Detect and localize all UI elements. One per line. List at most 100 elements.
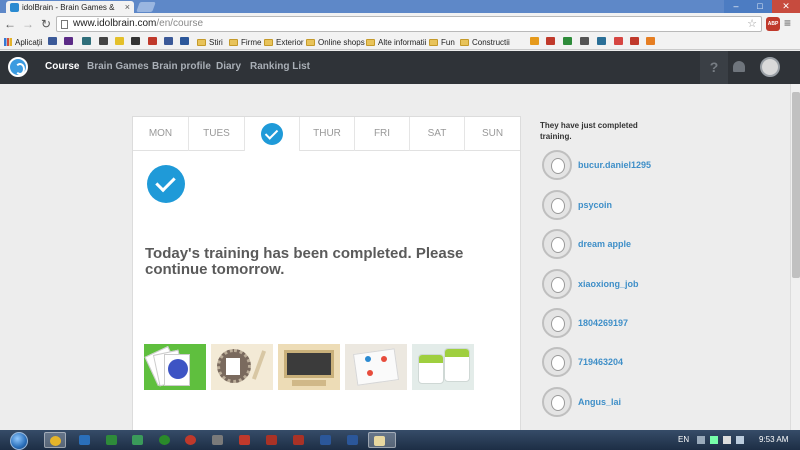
tray-volume-icon[interactable] [736,436,744,444]
taskbar-app-button[interactable] [368,432,396,448]
window-minimize-button[interactable]: – [724,0,748,13]
taskbar-app-button[interactable] [154,432,176,448]
taskbar-app-button[interactable] [127,432,149,448]
bookmark-site-icon[interactable] [563,37,572,45]
user-name-link[interactable]: psycoin [578,200,612,210]
day-thur: THUR [300,117,355,151]
bookmark-folder-alte-informatii[interactable]: Alte informatii [366,37,426,48]
bookmark-site-icon[interactable] [630,37,639,45]
bookmark-site-icon[interactable] [530,37,539,45]
window-maximize-button[interactable]: □ [748,0,772,13]
taskbar-app-button[interactable] [74,432,96,448]
tray-network-icon[interactable] [710,436,718,444]
page-info-icon[interactable] [61,20,68,29]
bookmark-site-icon[interactable] [115,37,124,45]
user-name-link[interactable]: 719463204 [578,357,623,367]
idolbrain-logo-icon[interactable] [8,57,28,77]
bookmark-site-icon[interactable] [580,37,589,45]
tab-title: idolBrain - Brain Games & [22,3,115,12]
bookmark-folder-constructii[interactable]: Constructii [460,37,510,48]
taskbar-app-button[interactable] [342,432,364,448]
excel-taskbar-button[interactable] [101,432,123,448]
bookmark-site-icon[interactable] [646,37,655,45]
user-avatar[interactable] [542,308,572,338]
list-item[interactable]: xiaoxiong_job [541,269,781,301]
user-avatar[interactable] [542,347,572,377]
page-scrollbar[interactable] [790,84,800,430]
chrome-taskbar-button[interactable] [44,432,66,448]
blackboard-game-icon[interactable] [278,344,340,390]
yahoo-icon[interactable] [64,37,73,45]
window-close-button[interactable]: ✕ [772,0,800,13]
user-avatar[interactable] [542,150,572,180]
list-item[interactable]: Angus_lai [541,387,781,419]
notification-bell-icon[interactable] [728,51,752,84]
bookmark-site-icon[interactable] [99,37,108,45]
user-avatar[interactable] [542,229,572,259]
taskbar-app-button[interactable] [234,432,256,448]
card-game-icon[interactable] [144,344,206,390]
writing-seal-game-icon[interactable] [211,344,273,390]
language-indicator[interactable]: EN [678,435,689,444]
facebook-icon[interactable] [164,37,173,45]
user-avatar[interactable] [542,269,572,299]
bookmark-folder-stiri[interactable]: Stiri [197,37,223,48]
scrollbar-thumb[interactable] [792,92,800,278]
new-tab-button[interactable] [136,2,156,12]
list-item[interactable]: 719463204 [541,347,781,379]
tray-signal-icon[interactable] [723,436,731,444]
bookmark-site-icon[interactable] [546,37,555,45]
taskbar-app-button[interactable] [180,432,202,448]
bookmark-star-icon[interactable]: ☆ [747,17,757,30]
list-item[interactable]: psycoin [541,190,781,222]
nav-brain-profile[interactable]: Brain profile [152,61,211,72]
taskbar-app-button[interactable] [207,432,229,448]
nav-brain-games[interactable]: Brain Games [87,61,149,72]
user-name-link[interactable]: 1804269197 [578,318,628,328]
bookmark-site-icon[interactable] [180,37,189,45]
taskbar-clock[interactable]: 9:53 AM [759,435,788,444]
nav-ranking-list[interactable]: Ranking List [250,61,310,72]
user-avatar[interactable] [542,387,572,417]
bookmark-folder-exterior[interactable]: Exterior [264,37,304,48]
bookmark-folder-fun[interactable]: Fun [429,37,455,48]
taskbar-app-button[interactable] [288,432,310,448]
bookmark-apps[interactable]: Aplicații [4,37,43,48]
help-icon[interactable]: ? [700,51,728,84]
bookmark-site-icon[interactable] [82,37,91,45]
bookmark-site-icon[interactable] [131,37,140,45]
user-name-link[interactable]: xiaoxiong_job [578,279,639,289]
forward-arrow-icon[interactable]: → [21,16,35,32]
user-avatar[interactable] [760,57,780,77]
taskbar-app-button[interactable] [261,432,283,448]
app-icon [79,435,90,445]
blue-dot-shape [365,356,371,362]
list-item[interactable]: 1804269197 [541,308,781,340]
board-game-icon[interactable] [345,344,407,390]
bookmark-site-icon[interactable] [48,37,57,45]
dice-game-icon[interactable] [412,344,474,390]
nav-diary[interactable]: Diary [216,61,241,72]
user-name-link[interactable]: bucur.daniel1295 [578,160,651,170]
list-item[interactable]: bucur.daniel1295 [541,150,781,182]
taskbar-app-button[interactable] [315,432,337,448]
user-avatar[interactable] [542,190,572,220]
user-name-link[interactable]: dream apple [578,239,631,249]
bookmark-folder-firme[interactable]: Firme [229,37,261,48]
bookmark-site-icon[interactable] [148,37,157,45]
nav-course[interactable]: Course [45,61,79,72]
user-name-link[interactable]: Angus_lai [578,397,621,407]
reload-icon[interactable]: ↻ [39,16,53,32]
address-bar[interactable]: www.idolbrain.com/en/course ☆ [56,16,762,32]
start-button[interactable] [2,431,38,450]
day-sun: SUN [481,128,504,139]
tray-flag-icon[interactable] [697,436,705,444]
adblock-extension-button[interactable]: ABP [766,17,780,31]
browser-menu-icon[interactable]: ≡ [784,16,791,30]
bookmark-folder-online-shops[interactable]: Online shops [306,37,365,48]
back-arrow-icon[interactable]: ← [3,16,17,32]
bookmark-site-icon[interactable] [614,37,623,45]
list-item[interactable]: dream apple [541,229,781,261]
tab-close-icon[interactable]: × [125,2,130,12]
bookmark-site-icon[interactable] [597,37,606,45]
